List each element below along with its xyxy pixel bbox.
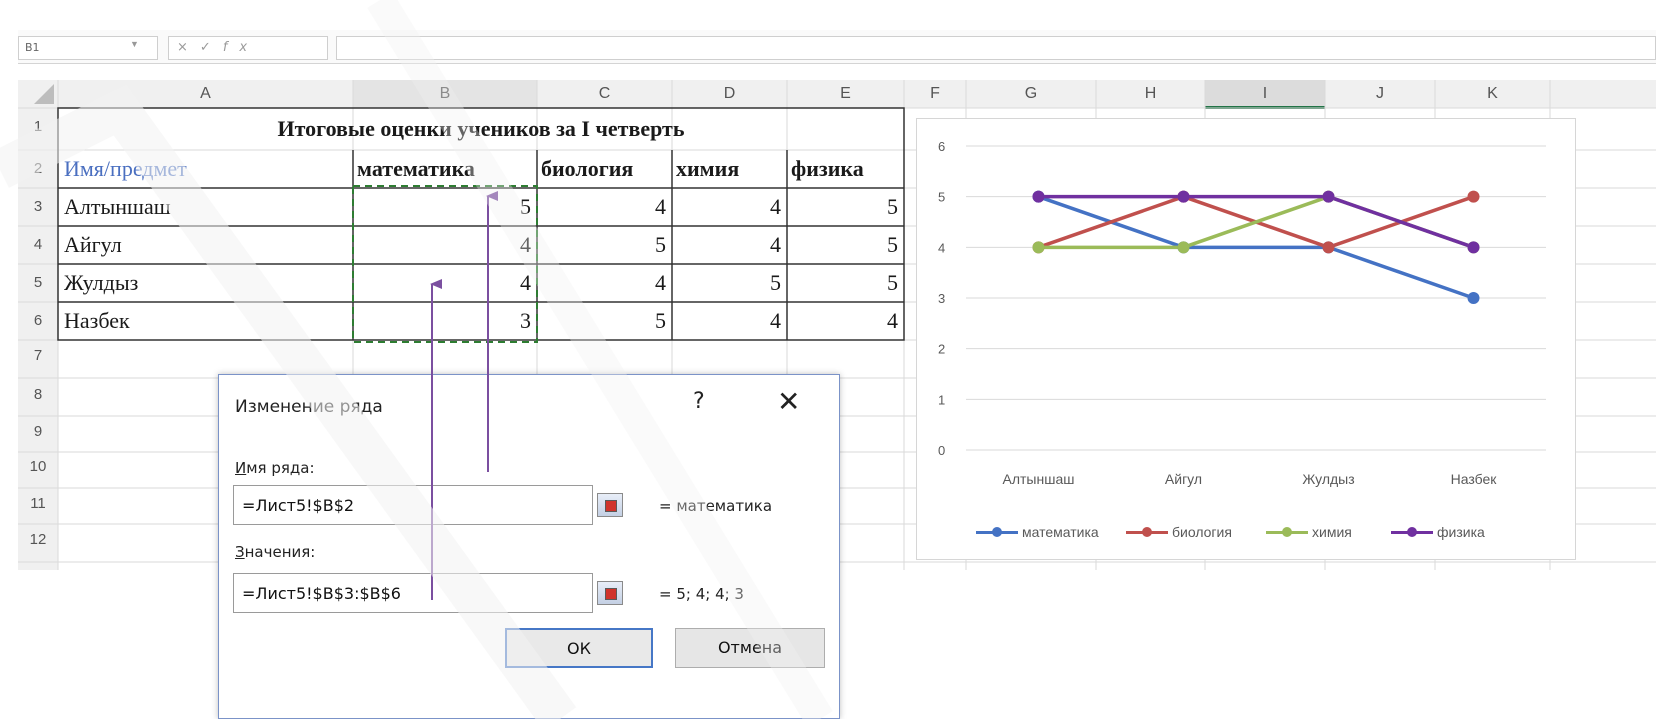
annotation-arrows [430, 191, 498, 600]
